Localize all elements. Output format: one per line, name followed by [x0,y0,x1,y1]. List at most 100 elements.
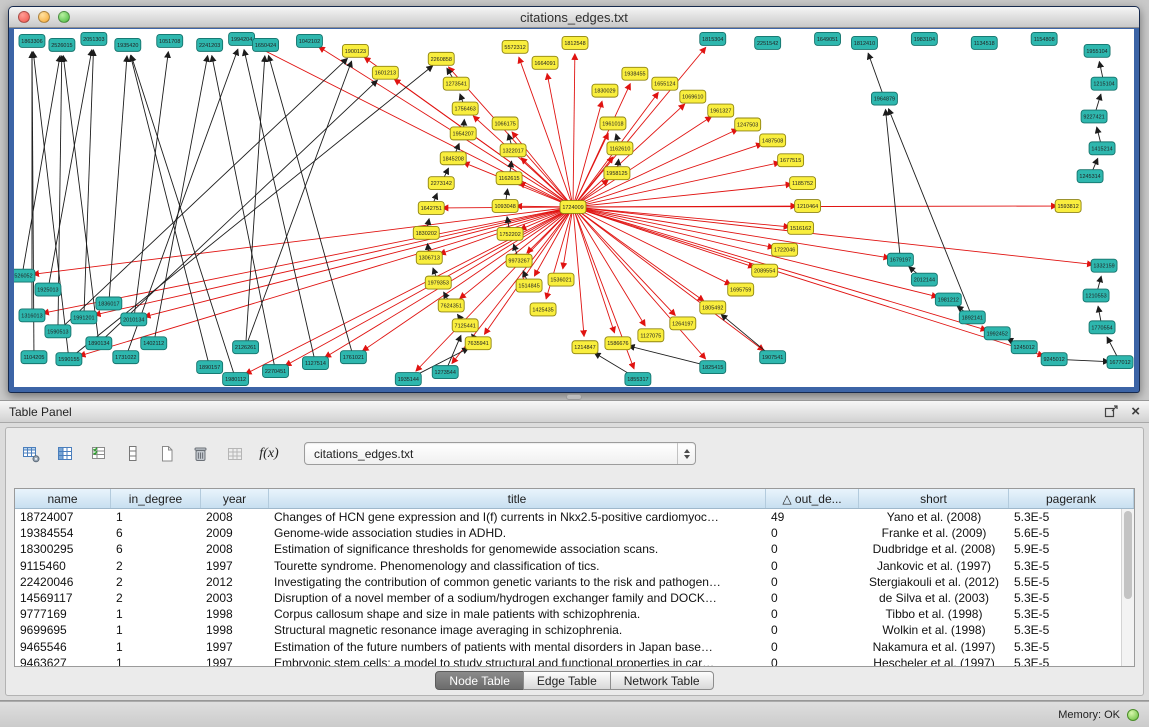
graph-node[interactable]: 9973267 [506,254,532,267]
graph-node[interactable]: 2051303 [81,32,107,45]
graph-node[interactable]: 1722046 [772,243,798,256]
minimize-window-icon[interactable] [38,11,50,23]
table-row[interactable]: 1456911722003Disruption of a novel membe… [15,590,1134,606]
graph-node[interactable]: 1593812 [1055,200,1081,213]
graph-node[interactable]: 1487508 [760,134,786,147]
graph-node[interactable]: 1679197 [887,253,913,266]
table-row[interactable]: 2242004622012Investigating the contribut… [15,574,1134,590]
graph-node[interactable]: 1245012 [1011,341,1037,354]
graph-node[interactable]: 1316013 [19,309,45,322]
graph-node[interactable]: 1649051 [815,32,841,45]
graph-node[interactable]: 1664091 [532,56,558,69]
graph-node[interactable]: 1425435 [530,303,556,316]
graph-node[interactable]: 1980112 [223,373,249,386]
graph-node[interactable]: 1586676 [605,337,631,350]
graph-node[interactable]: 1104205 [21,351,47,364]
column-header-short[interactable]: short [859,489,1009,508]
graph-node[interactable]: 1892141 [959,311,985,324]
graph-node[interactable]: 2270451 [263,365,289,378]
graph-node[interactable]: 9227421 [1081,110,1107,123]
graph-node[interactable]: 1724009 [560,201,586,214]
table-row[interactable]: 1938455462009Genome-wide association stu… [15,525,1134,541]
column-header-name[interactable]: name [15,489,111,508]
graph-node[interactable]: 1185752 [790,177,816,190]
graph-node[interactable]: 1677515 [778,154,804,167]
graph-node[interactable]: 1830202 [413,226,439,239]
graph-node[interactable]: 1825415 [700,361,726,374]
graph-node[interactable]: 1695759 [728,283,754,296]
graph-node[interactable]: 1770554 [1089,321,1115,334]
graph-node[interactable]: 1812410 [852,36,878,49]
column-header-title[interactable]: title [269,489,766,508]
graph-node[interactable]: 1210553 [1083,289,1109,302]
graph-node[interactable]: 1955104 [1084,44,1110,57]
graph-node[interactable]: 1322017 [500,144,526,157]
graph-node[interactable]: 1042102 [296,34,322,47]
graph-node[interactable]: 1402112 [141,337,167,350]
table-row[interactable]: 1830029562008Estimation of significance … [15,541,1134,557]
new-column-icon[interactable] [84,439,114,469]
tab-edge-table[interactable]: Edge Table [523,671,611,690]
graph-node[interactable]: 7125441 [452,319,478,332]
new-table-icon[interactable] [152,439,182,469]
graph-node[interactable]: 2526015 [49,38,75,51]
close-panel-icon[interactable]: × [1131,404,1140,419]
graph-node[interactable]: 2260858 [428,52,454,65]
graph-node[interactable]: 2526052 [14,269,35,282]
graph-node[interactable]: 1415214 [1089,142,1115,155]
network-table-selector[interactable]: citations_edges.txt [304,442,696,465]
graph-node[interactable]: 1935144 [395,373,421,386]
tab-network-table[interactable]: Network Table [610,671,714,690]
graph-node[interactable]: 1066175 [492,117,518,130]
graph-node[interactable]: 1979353 [425,276,451,289]
graph-node[interactable]: 7624351 [438,299,464,312]
graph-node[interactable]: 1273544 [432,366,458,379]
window-titlebar[interactable]: citations_edges.txt [9,7,1139,28]
graph-node[interactable]: 1815304 [700,32,726,45]
graph-node[interactable]: 1935420 [115,38,141,51]
graph-node[interactable]: 1134518 [971,36,997,49]
graph-node[interactable]: 1981212 [935,293,961,306]
table-row[interactable]: 911546021997Tourette syndrome. Phenomeno… [15,558,1134,574]
graph-node[interactable]: 1845208 [440,152,466,165]
network-canvas[interactable]: 1724009183002919384551655124106961019613… [14,29,1134,387]
graph-node[interactable]: 1601213 [372,66,398,79]
graph-node[interactable]: 1650424 [253,38,279,51]
graph-node[interactable]: 1514845 [516,279,542,292]
graph-node[interactable]: 1214847 [572,341,598,354]
graph-node[interactable]: 1247503 [735,118,761,131]
graph-node[interactable]: 1756463 [452,102,478,115]
graph-node[interactable]: 1677012 [1107,356,1133,369]
graph-node[interactable]: 1127514 [302,357,328,370]
graph-node[interactable]: 9245012 [1041,353,1067,366]
float-panel-icon[interactable] [1104,405,1119,418]
graph-node[interactable]: 2241203 [197,38,223,51]
graph-node[interactable]: 1994204 [229,32,255,45]
graph-node[interactable]: 2126261 [233,341,259,354]
graph-node[interactable]: 1655124 [652,77,678,90]
graph-node[interactable]: 1958125 [604,167,630,180]
import-table-icon[interactable] [220,439,250,469]
graph-node[interactable]: 1162610 [607,142,633,155]
table-row[interactable]: 1872400712008Changes of HCN gene express… [15,509,1134,525]
graph-node[interactable]: 1264197 [670,317,696,330]
column-header-pagerank[interactable]: pagerank [1009,489,1134,508]
graph-node[interactable]: 1093048 [492,200,518,213]
graph-node[interactable]: 1830029 [592,84,618,97]
row-mode-icon[interactable] [118,439,148,469]
graph-node[interactable]: 1590513 [45,325,71,338]
graph-node[interactable]: 1752202 [497,227,523,240]
graph-node[interactable]: 1642751 [418,202,444,215]
graph-node[interactable]: 1890134 [86,337,112,350]
tab-node-table[interactable]: Node Table [435,671,524,690]
graph-node[interactable]: 1162615 [496,172,522,185]
graph-node[interactable]: 1332159 [1091,259,1117,272]
graph-node[interactable]: 1051708 [157,34,183,47]
graph-node[interactable]: 1273541 [443,77,469,90]
graph-node[interactable]: 1516162 [788,221,814,234]
delete-table-icon[interactable] [186,439,216,469]
graph-node[interactable]: 1536021 [548,273,574,286]
graph-node[interactable]: 1900123 [342,44,368,57]
graph-node[interactable]: 1907541 [760,351,786,364]
graph-node[interactable]: 1991201 [71,311,97,324]
